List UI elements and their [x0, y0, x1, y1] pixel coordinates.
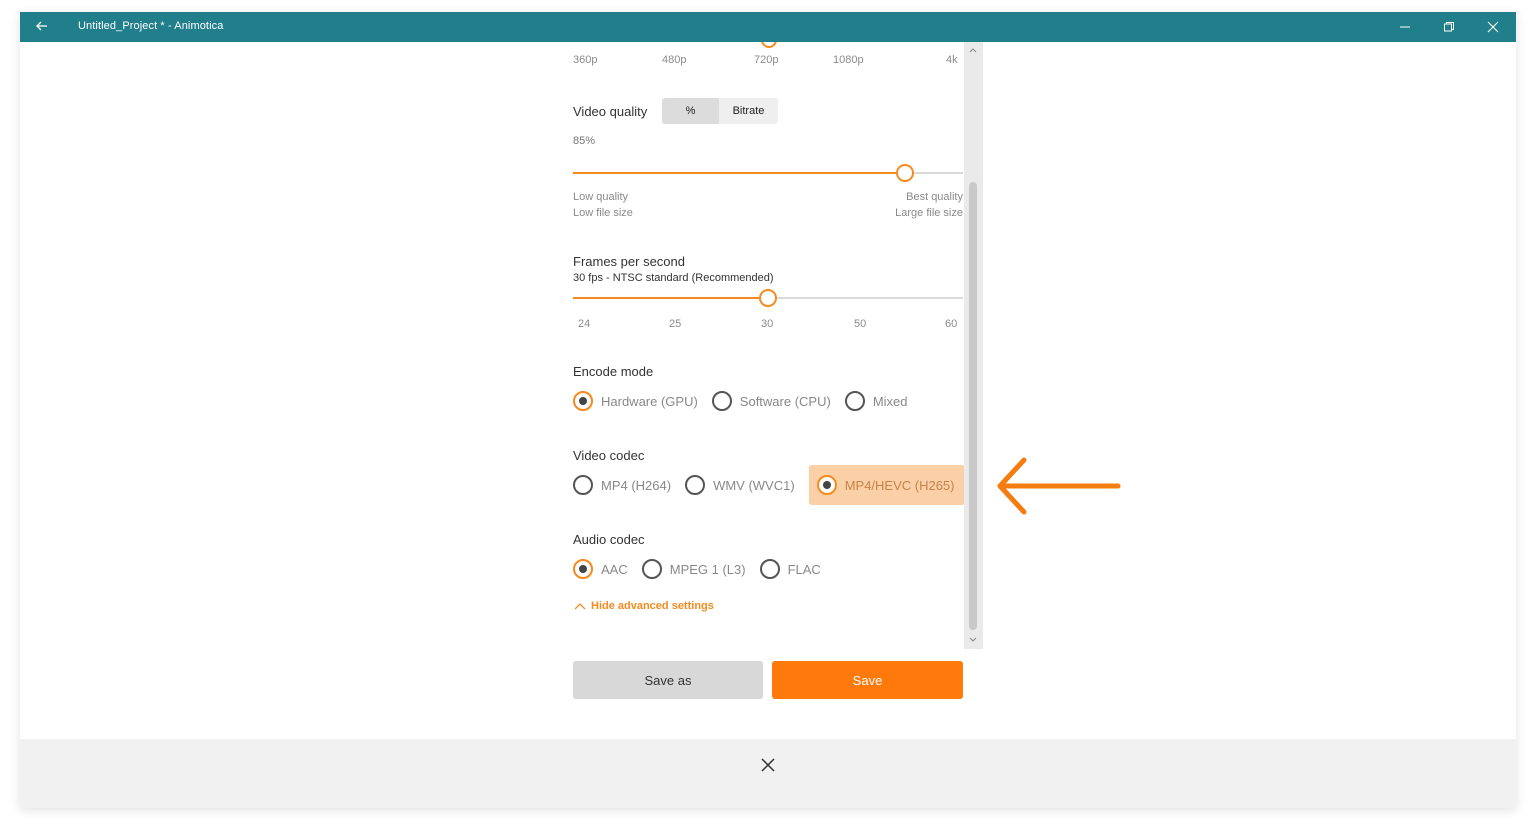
video-quality-label: Video quality — [573, 104, 648, 119]
back-arrow-icon[interactable] — [34, 18, 50, 34]
annotation-arrow-icon — [997, 457, 1121, 515]
chevron-up-icon — [574, 603, 586, 610]
quality-mode-bitrate[interactable]: Bitrate — [719, 98, 778, 124]
resolution-slider-thumb[interactable] — [761, 42, 777, 48]
radio-icon — [573, 475, 593, 495]
radio-icon — [573, 391, 593, 411]
fps-tick: 24 — [578, 318, 591, 330]
video-codec-wmv[interactable]: WMV (WVC1) — [685, 473, 795, 497]
fps-tick: 60 — [945, 318, 958, 330]
export-settings-panel: 360p 480p 720p 1080p 4k Video quality % … — [573, 42, 983, 649]
radio-icon — [759, 559, 780, 579]
quality-mode-toggle: % Bitrate — [662, 98, 778, 124]
close-icon[interactable] — [758, 755, 778, 775]
audio-codec-mpeg1[interactable]: MPEG 1 (L3) — [641, 557, 746, 581]
minimize-icon[interactable] — [1393, 15, 1417, 39]
scrollbar-thumb[interactable] — [969, 182, 977, 630]
save-as-button[interactable]: Save as — [573, 661, 763, 699]
encode-mode-group: Hardware (GPU) Software (CPU) Mixed — [573, 389, 922, 413]
resolution-tick: 480p — [662, 54, 687, 66]
video-quality-slider-thumb[interactable] — [896, 164, 914, 182]
resolution-tick: 1080p — [833, 54, 864, 66]
restore-icon[interactable] — [1437, 15, 1461, 39]
video-codec-hevc-h265[interactable]: MP4/HEVC (H265) — [808, 465, 965, 505]
video-codec-mp4-h264[interactable]: MP4 (H264) — [573, 473, 671, 497]
radio-icon — [685, 475, 706, 495]
encode-mode-software[interactable]: Software (CPU) — [711, 389, 831, 413]
hide-advanced-settings-link[interactable]: Hide advanced settings — [573, 600, 714, 612]
resolution-tick: 4k — [946, 54, 958, 66]
fps-value: 30 fps - NTSC standard (Recommended) — [573, 272, 774, 284]
best-quality-label: Best quality — [906, 191, 963, 203]
save-button[interactable]: Save — [772, 661, 963, 699]
close-window-icon[interactable] — [1481, 15, 1505, 39]
encode-mode-label: Encode mode — [573, 364, 654, 379]
radio-icon — [711, 391, 732, 411]
low-file-size-label: Low file size — [573, 207, 633, 219]
video-codec-label: Video codec — [573, 448, 645, 463]
scroll-up-icon[interactable] — [968, 46, 978, 54]
radio-icon — [816, 475, 837, 495]
app-window: Untitled_Project * - Animotica 360p 480p… — [20, 12, 1516, 808]
audio-codec-label: Audio codec — [573, 532, 645, 547]
resolution-tick: 360p — [573, 54, 598, 66]
settings-scrollbar[interactable] — [964, 42, 983, 649]
audio-codec-flac[interactable]: FLAC — [759, 557, 821, 581]
radio-icon — [641, 559, 662, 579]
fps-slider-thumb[interactable] — [759, 289, 777, 307]
quality-mode-percent[interactable]: % — [662, 98, 719, 124]
fps-tick: 25 — [669, 318, 682, 330]
video-codec-group: MP4 (H264) WMV (WVC1) MP4/HEVC (H265) — [573, 465, 979, 505]
scroll-down-icon[interactable] — [968, 636, 978, 644]
radio-icon — [573, 559, 593, 579]
title-bar: Untitled_Project * - Animotica — [20, 12, 1516, 42]
window-title: Untitled_Project * - Animotica — [78, 20, 224, 32]
encode-mode-mixed[interactable]: Mixed — [844, 389, 908, 413]
bottom-bar — [20, 739, 1516, 808]
audio-codec-aac[interactable]: AAC — [573, 557, 628, 581]
radio-icon — [844, 391, 865, 411]
resolution-tick: 720p — [754, 54, 779, 66]
fps-label: Frames per second — [573, 254, 685, 269]
encode-mode-hardware[interactable]: Hardware (GPU) — [573, 389, 698, 413]
low-quality-label: Low quality — [573, 191, 629, 203]
video-quality-value: 85% — [573, 135, 596, 147]
large-file-size-label: Large file size — [895, 207, 963, 219]
audio-codec-group: AAC MPEG 1 (L3) FLAC — [573, 557, 835, 581]
fps-tick: 50 — [854, 318, 867, 330]
fps-tick: 30 — [761, 318, 774, 330]
